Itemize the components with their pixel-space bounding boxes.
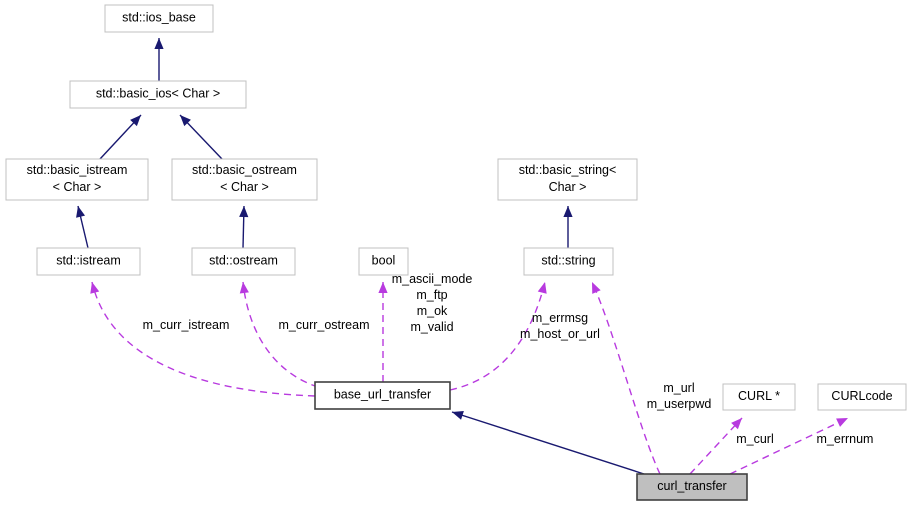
arrowhead-ostream-to-basic_ostream bbox=[239, 206, 249, 218]
node-bool[interactable]: bool bbox=[358, 247, 409, 276]
edge-label-e-base-ostream: m_curr_ostream bbox=[279, 318, 370, 332]
arrowhead-base_url_transfer-to-bool bbox=[378, 282, 388, 293]
arrowhead-curl_transfer-to-curlcode bbox=[836, 418, 848, 427]
edge-label-e-base-istream: m_curr_istream bbox=[143, 318, 230, 332]
diagram-canvas: m_curr_istream m_curr_ostream m_ascii_mode… bbox=[5, 4, 907, 501]
node-rect-ostream[interactable] bbox=[191, 247, 296, 276]
uml-collaboration-diagram: m_curr_istream m_curr_ostream m_ascii_mode… bbox=[0, 0, 912, 505]
node-rect-curlcode[interactable] bbox=[817, 383, 907, 411]
node-string[interactable]: std::string bbox=[523, 247, 614, 276]
nodes-layer: std::ios_basestd::basic_ios< Char >std::… bbox=[5, 4, 907, 501]
node-curl_ptr[interactable]: CURL * bbox=[722, 383, 796, 411]
node-rect-istream[interactable] bbox=[36, 247, 141, 276]
node-curl_transfer[interactable]: curl_transfer bbox=[636, 473, 748, 501]
edge-base_url_transfer-to-string bbox=[449, 281, 546, 391]
arrowhead-base_url_transfer-to-string bbox=[537, 282, 547, 294]
node-rect-curl_ptr[interactable] bbox=[722, 383, 796, 411]
arrowhead-curl_transfer-to-base_url_transfer bbox=[452, 411, 464, 420]
arrowhead-istream-to-basic_istream bbox=[76, 206, 86, 218]
edge-label-e-curl-curlcode: m_errnum bbox=[817, 432, 874, 446]
arrowhead-basic_ios-to-ios_base bbox=[154, 38, 164, 49]
edge-labels-layer: m_curr_istream m_curr_ostream m_ascii_mode… bbox=[143, 272, 874, 446]
node-rect-basic_ostream[interactable] bbox=[171, 158, 318, 201]
node-basic_ostream[interactable]: std::basic_ostream < Char > bbox=[171, 158, 318, 201]
node-istream[interactable]: std::istream bbox=[36, 247, 141, 276]
arrowhead-base_url_transfer-to-ostream bbox=[239, 282, 249, 294]
node-basic_istream[interactable]: std::basic_istream < Char > bbox=[5, 158, 149, 201]
node-rect-bool[interactable] bbox=[358, 247, 409, 276]
edge-label-e-curl-string: m_url m_userpwd bbox=[647, 381, 712, 411]
node-rect-basic_istream[interactable] bbox=[5, 158, 149, 201]
arrowhead-string-to-basic_string bbox=[563, 206, 573, 217]
node-curlcode[interactable]: CURLcode bbox=[817, 383, 907, 411]
edge-label-e-base-bool: m_ascii_mode m_ftp m_ok m_valid bbox=[392, 272, 473, 334]
node-rect-base_url_transfer[interactable] bbox=[314, 381, 451, 410]
node-rect-curl_transfer[interactable] bbox=[636, 473, 748, 501]
edge-base_url_transfer-to-ostream bbox=[242, 281, 319, 388]
edge-base_url_transfer-to-istream bbox=[91, 281, 316, 397]
edge-curl_transfer-to-string bbox=[591, 281, 661, 475]
edge-label-e-curl-curlptr: m_curl bbox=[736, 432, 774, 446]
arrowhead-base_url_transfer-to-istream bbox=[90, 282, 100, 294]
node-rect-basic_ios[interactable] bbox=[69, 80, 247, 109]
node-rect-string[interactable] bbox=[523, 247, 614, 276]
node-basic_string[interactable]: std::basic_string< Char > bbox=[497, 158, 638, 201]
edge-curl_transfer-to-curl_ptr bbox=[689, 417, 743, 475]
edge-label-e-base-string: m_errmsg m_host_or_url bbox=[520, 311, 600, 341]
node-basic_ios[interactable]: std::basic_ios< Char > bbox=[69, 80, 247, 109]
node-base_url_transfer[interactable]: base_url_transfer bbox=[314, 381, 451, 410]
node-ostream[interactable]: std::ostream bbox=[191, 247, 296, 276]
node-rect-ios_base[interactable] bbox=[104, 4, 214, 33]
node-ios_base[interactable]: std::ios_base bbox=[104, 4, 214, 33]
edge-curl_transfer-to-curlcode bbox=[729, 417, 849, 475]
arrowhead-curl_transfer-to-string bbox=[592, 282, 601, 294]
node-rect-basic_string[interactable] bbox=[497, 158, 638, 201]
edge-curl_transfer-to-base_url_transfer bbox=[451, 411, 645, 475]
